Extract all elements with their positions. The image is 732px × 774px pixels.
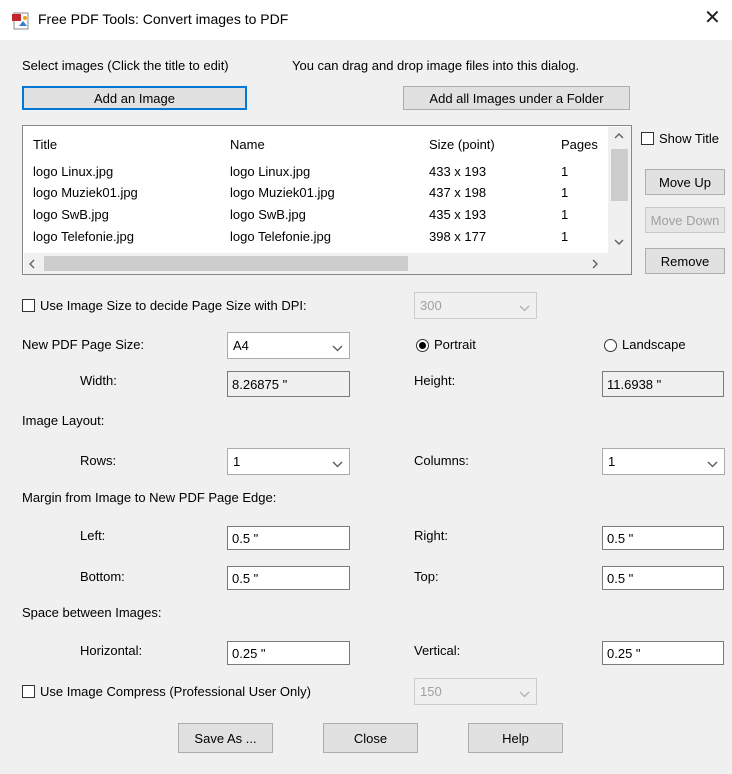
row-size: 435 x 193 (429, 207, 487, 222)
margin-right-field[interactable]: 0.5 " (602, 526, 724, 550)
page-size-label: New PDF Page Size: (22, 337, 145, 352)
space-between-label: Space between Images: (22, 605, 162, 620)
close-button[interactable]: Close (323, 723, 418, 753)
compress-select-value: 150 (420, 684, 442, 699)
select-images-label: Select images (Click the title to edit) (22, 58, 229, 73)
horizontal-scrollbar[interactable] (24, 253, 608, 274)
row-title: logo Muziek01.jpg (33, 185, 138, 200)
row-title: logo Telefonie.jpg (33, 229, 134, 244)
row-size: 437 x 198 (429, 185, 487, 200)
height-label: Height: (414, 373, 456, 388)
show-title-checkbox[interactable] (641, 132, 654, 145)
scrollbar-corner (608, 253, 631, 274)
vertical-label: Vertical: (414, 643, 461, 658)
column-header-size[interactable]: Size (point) (429, 137, 495, 152)
row-size: 433 x 193 (429, 164, 487, 179)
rows-select-value: 1 (233, 454, 241, 469)
window-title: Free PDF Tools: Convert images to PDF (38, 11, 289, 27)
margin-bottom-field[interactable]: 0.5 " (227, 566, 350, 590)
horizontal-spacing-field[interactable]: 0.25 " (227, 641, 350, 665)
margin-label: Margin from Image to New PDF Page Edge: (22, 490, 277, 505)
width-field: 8.26875 " (227, 371, 350, 397)
row-pages: 1 (561, 207, 569, 222)
horizontal-scroll-thumb[interactable] (44, 256, 408, 271)
scroll-up-icon[interactable] (614, 131, 624, 143)
drag-drop-hint: You can drag and drop image files into t… (292, 58, 580, 73)
vertical-spacing-field[interactable]: 0.25 " (602, 641, 724, 665)
use-image-size-checkbox[interactable] (22, 299, 35, 312)
margin-left-label: Left: (80, 528, 106, 543)
column-header-pages[interactable]: Pages (561, 137, 598, 152)
rows-label: Rows: (80, 453, 117, 468)
close-icon[interactable]: ✕ (704, 8, 721, 28)
row-title: logo Linux.jpg (33, 164, 114, 179)
image-compress-label: Use Image Compress (Professional User On… (40, 684, 311, 699)
rows-select[interactable]: 1 (227, 448, 350, 475)
columns-select[interactable]: 1 (602, 448, 725, 475)
row-pages: 1 (561, 164, 569, 179)
save-as-button[interactable]: Save As ... (178, 723, 273, 753)
margin-left-field[interactable]: 0.5 " (227, 526, 350, 550)
scroll-down-icon[interactable] (614, 237, 624, 249)
chevron-down-icon (519, 686, 530, 701)
margin-bottom-label: Bottom: (80, 569, 125, 584)
column-header-title[interactable]: Title (33, 137, 57, 152)
margin-top-field[interactable]: 0.5 " (602, 566, 724, 590)
move-down-button[interactable]: Move Down (645, 207, 725, 233)
column-header-name[interactable]: Name (230, 137, 265, 152)
image-layout-label: Image Layout: (22, 413, 105, 428)
compress-select[interactable]: 150 (414, 678, 537, 705)
vertical-scroll-thumb[interactable] (611, 149, 628, 201)
dpi-select[interactable]: 300 (414, 292, 537, 319)
add-folder-button[interactable]: Add all Images under a Folder (403, 86, 630, 110)
row-name: logo SwB.jpg (230, 207, 306, 222)
landscape-radio[interactable] (604, 339, 617, 352)
remove-button[interactable]: Remove (645, 248, 725, 274)
move-up-button[interactable]: Move Up (645, 169, 725, 195)
image-compress-checkbox[interactable] (22, 685, 35, 698)
page-size-select[interactable]: A4 (227, 332, 350, 359)
row-size: 398 x 177 (429, 229, 487, 244)
vertical-scrollbar[interactable] (608, 127, 631, 253)
columns-select-value: 1 (608, 454, 616, 469)
add-image-button[interactable]: Add an Image (22, 86, 247, 110)
scroll-right-icon[interactable] (591, 259, 599, 272)
help-button[interactable]: Help (468, 723, 563, 753)
chevron-down-icon (332, 456, 343, 471)
portrait-radio[interactable] (416, 339, 429, 352)
margin-top-label: Top: (414, 569, 439, 584)
scroll-left-icon[interactable] (28, 259, 36, 272)
row-name: logo Telefonie.jpg (230, 229, 331, 244)
landscape-label: Landscape (622, 337, 686, 352)
columns-label: Columns: (414, 453, 469, 468)
dpi-select-value: 300 (420, 298, 442, 313)
row-pages: 1 (561, 229, 569, 244)
chevron-down-icon (707, 456, 718, 471)
row-name: logo Linux.jpg (230, 164, 311, 179)
use-image-size-label: Use Image Size to decide Page Size with … (40, 298, 307, 313)
portrait-label: Portrait (434, 337, 476, 352)
height-field: 11.6938 " (602, 371, 724, 397)
pdf-app-icon (12, 12, 32, 30)
row-name: logo Muziek01.jpg (230, 185, 335, 200)
horizontal-label: Horizontal: (80, 643, 143, 658)
chevron-down-icon (332, 340, 343, 355)
image-list[interactable]: Title Name Size (point) Pages logo Linux… (22, 125, 632, 275)
margin-right-label: Right: (414, 528, 448, 543)
show-title-label: Show Title (659, 131, 719, 146)
row-title: logo SwB.jpg (33, 207, 109, 222)
page-size-value: A4 (233, 338, 249, 353)
width-label: Width: (80, 373, 117, 388)
chevron-down-icon (519, 300, 530, 315)
row-pages: 1 (561, 185, 569, 200)
